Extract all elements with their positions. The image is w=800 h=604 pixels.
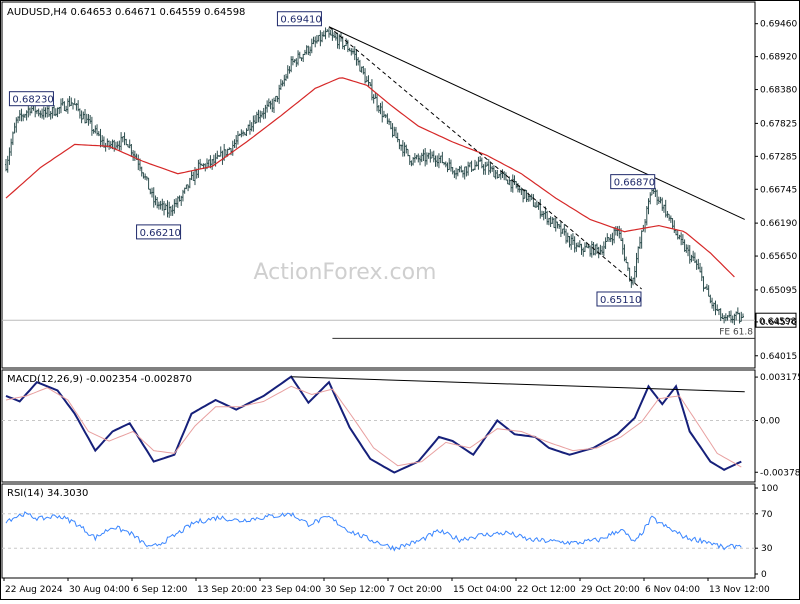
x-tick-label: 30 Aug 04:00 bbox=[69, 585, 130, 595]
price-y-tick-label: 0.68380 bbox=[760, 86, 797, 96]
price-label-066870: 0.66870 bbox=[614, 178, 655, 189]
x-tick-label: 22 Oct 12:00 bbox=[517, 585, 576, 595]
x-tick-label: 15 Oct 04:00 bbox=[453, 585, 512, 595]
rsi-y-tick-label: 100 bbox=[761, 484, 778, 494]
x-tick-label: 29 Oct 20:00 bbox=[581, 585, 640, 595]
fib-extension-label: FE 61.8 bbox=[719, 327, 753, 337]
price-y-tick-label: 0.67825 bbox=[760, 119, 797, 129]
x-tick-label: 6 Sep 12:00 bbox=[133, 585, 188, 595]
price-label-069410: 0.69410 bbox=[280, 15, 321, 26]
macd-y-tick-label: 0.003175 bbox=[760, 373, 800, 383]
rsi-y-tick-label: 70 bbox=[761, 510, 773, 520]
price-label-066210: 0.66210 bbox=[140, 228, 181, 239]
price-y-tick-label: 0.65650 bbox=[760, 252, 797, 262]
x-tick-label: 22 Aug 2024 bbox=[5, 585, 63, 595]
price-y-tick-label: 0.65095 bbox=[760, 286, 797, 296]
panel-frames bbox=[0, 0, 800, 600]
price-y-tick-label: 0.64570 bbox=[760, 318, 797, 328]
rsi-frame bbox=[1, 483, 756, 579]
x-tick-label: 13 Nov 12:00 bbox=[709, 585, 770, 595]
price-y-tick-label: 0.66190 bbox=[760, 219, 797, 229]
chart-svg: 0.68230 0.66210 0.69410 0.66870 0.65110 0.645… bbox=[0, 0, 800, 600]
macd-frame bbox=[1, 369, 756, 483]
price-label-068230: 0.68230 bbox=[12, 95, 53, 106]
x-tick-label: 6 Nov 04:00 bbox=[645, 585, 700, 595]
macd-header: MACD(12,26,9) -0.002354 -0.002870 bbox=[7, 374, 192, 385]
chart-root: 0.68230 0.66210 0.69410 0.66870 0.65110 0.645… bbox=[0, 0, 800, 600]
rsi-y-tick-label: 30 bbox=[761, 544, 773, 554]
rsi-header: RSI(14) 34.3030 bbox=[7, 488, 88, 499]
price-y-tick-label: 0.67285 bbox=[760, 152, 797, 162]
price-header: AUDUSD,H4 0.64653 0.64671 0.64559 0.6459… bbox=[7, 7, 245, 18]
watermark: ActionForex.com bbox=[254, 260, 437, 285]
price-y-tick-label: 0.66745 bbox=[760, 185, 797, 195]
price-y-tick-label: 0.68920 bbox=[760, 53, 797, 63]
price-y-tick-label: 0.64015 bbox=[760, 352, 797, 362]
x-tick-label: 13 Sep 20:00 bbox=[197, 585, 257, 595]
price-y-tick-label: 0.69460 bbox=[760, 20, 797, 30]
x-tick-label: 7 Oct 20:00 bbox=[389, 585, 442, 595]
macd-y-tick-label: 0.00 bbox=[760, 417, 780, 427]
x-tick-label: 30 Sep 12:00 bbox=[325, 585, 385, 595]
rsi-y-tick-label: 0 bbox=[761, 570, 767, 580]
macd-y-tick-label: -0.00378 bbox=[760, 468, 800, 478]
price-label-065110: 0.65110 bbox=[600, 295, 641, 306]
x-tick-label: 23 Sep 04:00 bbox=[261, 585, 321, 595]
